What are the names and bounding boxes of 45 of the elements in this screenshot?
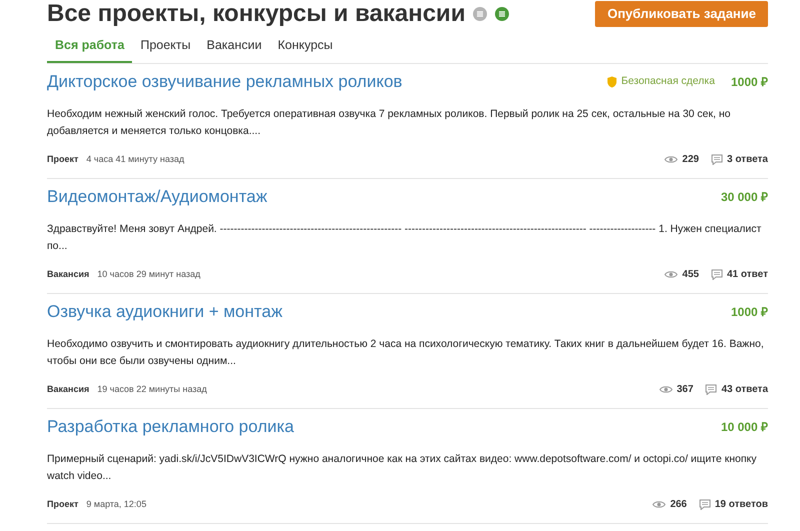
view-count: 455 [682,268,699,282]
listing-title[interactable]: Видеомонтаж/Аудиомонтаж [47,184,268,210]
listing-title[interactable]: Озвучка аудиокниги + монтаж [47,298,282,324]
eye-icon [658,385,673,394]
page-title: Все проекты, конкурсы и вакансии [47,0,466,28]
posted-time: 10 часов 29 минут назад [97,268,200,281]
price: 1000 ₽ [730,304,768,320]
reply-count[interactable]: 43 ответа [721,382,768,398]
listing-type: Проект [47,153,78,166]
posted-time: 4 часа 41 минуту назад [86,153,184,166]
reply-count[interactable]: 41 ответ [726,267,768,282]
posted-time: 9 марта, 12:05 [86,498,146,511]
tab[interactable]: Конкурсы [270,34,341,63]
view-count: 229 [682,153,699,168]
listing-type: Вакансия [47,268,90,281]
comment-icon [710,269,723,280]
reply-count[interactable]: 19 ответов [714,497,768,512]
view-count: 266 [670,498,687,512]
listing-title[interactable]: Разработка рекламного ролика [47,414,294,440]
listing-description: Необходим нежный женский голос. Требуется оперативная озвучка 7 рекламных роликов. Первый ролик на 25 сек, остальные на 30 сек, но добавляется и меняется только концовка.... [47,107,732,140]
tab[interactable]: Проекты [132,34,199,63]
price: 30 000 ₽ [720,188,768,206]
comment-icon [698,499,711,510]
list-icon[interactable] [473,7,488,21]
list-icon[interactable] [495,7,510,21]
reply-count[interactable]: 3 ответа [726,152,768,168]
tab[interactable]: Вакансии [198,34,270,63]
comment-icon [710,154,723,166]
price: 10 000 ₽ [720,418,768,436]
eye-icon [664,270,678,280]
listing-description: Здравствуйте! Меня зовут Андрей. ---------------------------------------------------- ---------------------------------------------------- ------------------- 1. Нужен специалист по... [47,222,762,254]
listing-type: Вакансия [47,383,90,396]
listing-description: Необходимо озвучить и смонтировать аудиокнигу длительностью 2 часа на психологическую тематику. Таких книг в дальнейшем будет 16. Важно, чтобы они все были озвучены одним... [47,337,765,370]
safe-deal-label: Безопасная сделка [621,74,715,89]
price: 1000 ₽ [730,74,768,90]
posted-time: 19 часов 22 минуты назад [97,383,207,396]
listing-description: Примерный сценарий: yadi.sk/i/JcV5IDwV3ICWrQ нужно аналогичное как на этих сайтах видео: www.depotsoftware.com/ и octopi.co/ ищите кнопку watch video... [47,452,758,484]
tab[interactable]: Вся работа [47,34,132,63]
shield-icon [607,76,618,88]
eye-icon [652,500,666,510]
view-count: 367 [676,383,694,398]
eye-icon [664,155,678,164]
listing-title[interactable]: Дикторское озвучивание рекламных роликов [47,68,402,94]
comment-icon [705,384,718,396]
listing-type: Проект [47,498,78,511]
